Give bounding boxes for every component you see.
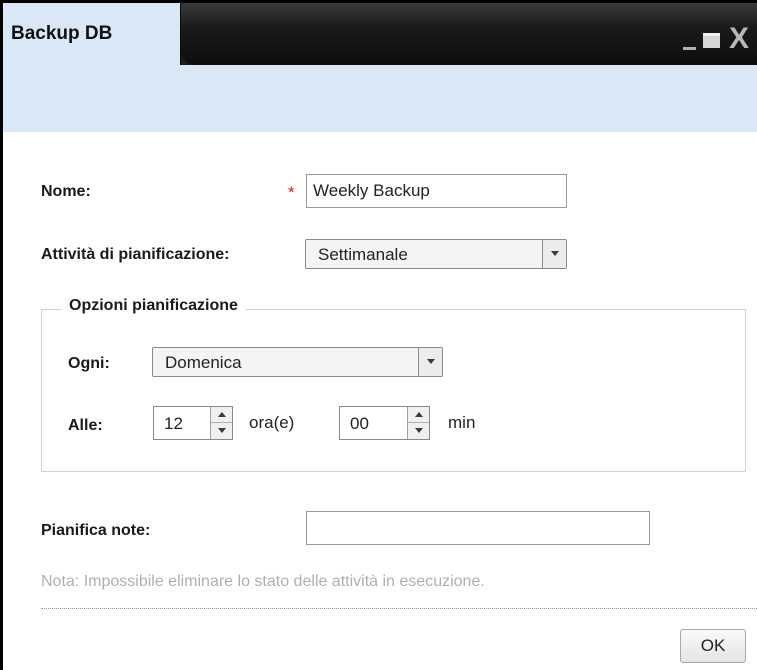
minimize-icon[interactable] (683, 47, 696, 50)
title-tab: Backup DB (3, 3, 181, 65)
schedule-select[interactable]: Settimanale (305, 239, 567, 269)
minute-spinner[interactable]: 00 (339, 406, 430, 440)
chevron-down-icon[interactable] (418, 348, 442, 376)
hour-value: 12 (164, 414, 183, 433)
ok-button[interactable]: OK (680, 629, 746, 663)
footer-divider (41, 608, 757, 609)
close-icon[interactable]: X (729, 25, 757, 53)
hour-spinner[interactable]: 12 (153, 406, 233, 440)
every-select-value: Domenica (165, 353, 242, 372)
name-input[interactable] (306, 174, 567, 208)
hour-unit-label: ora(e) (249, 413, 295, 432)
every-select[interactable]: Domenica (152, 347, 443, 377)
header-band (3, 65, 757, 132)
hour-spinner-buttons (210, 407, 232, 439)
notes-label: Pianifica note: (41, 522, 151, 539)
minute-unit-label: min (448, 413, 476, 432)
minute-spinner-buttons (407, 407, 429, 439)
chevron-down-icon[interactable] (542, 240, 566, 268)
maximize-icon[interactable] (703, 33, 720, 48)
decrement-hour-button[interactable] (211, 423, 232, 439)
increment-minute-button[interactable] (408, 407, 429, 423)
backup-db-dialog: Backup DB X Nome: * Attività di pianific… (0, 0, 757, 670)
info-note: Nota: Impossibile eliminare lo stato del… (41, 573, 485, 590)
required-marker: * (288, 183, 295, 202)
schedule-options-legend: Opzioni pianificazione (61, 297, 246, 315)
schedule-select-value: Settimanale (318, 245, 408, 264)
schedule-options-group (41, 309, 746, 472)
notes-input[interactable] (306, 511, 650, 545)
dialog-title: Backup DB (11, 23, 113, 44)
increment-hour-button[interactable] (211, 407, 232, 423)
title-bar[interactable]: Backup DB X (3, 3, 757, 65)
name-label: Nome: (41, 183, 91, 200)
every-label: Ogni: (68, 355, 110, 372)
minute-value: 00 (350, 414, 369, 433)
schedule-label: Attività di pianificazione: (41, 246, 230, 263)
decrement-minute-button[interactable] (408, 423, 429, 439)
title-bar-background (181, 3, 757, 65)
at-label: Alle: (68, 417, 103, 434)
